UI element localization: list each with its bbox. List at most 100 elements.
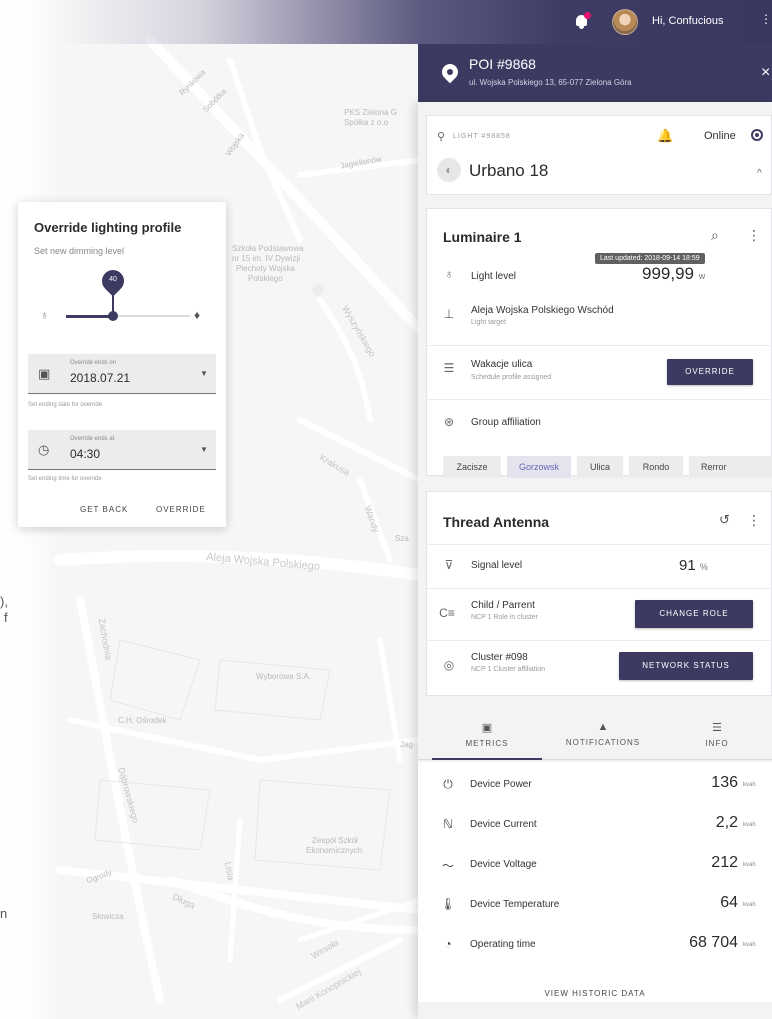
group-chip[interactable]: Zacisze bbox=[443, 456, 501, 478]
group-chip[interactable]: Rondo bbox=[629, 456, 683, 478]
tab-label: NOTIFICATIONS bbox=[565, 738, 641, 747]
tab-info[interactable]: ☰ INFO bbox=[662, 709, 772, 761]
field-label: Override ends at bbox=[70, 436, 115, 442]
location-pin-icon bbox=[438, 60, 462, 84]
metric-row: 〜 Device Voltage 212 kvah bbox=[418, 846, 772, 886]
history-icon[interactable]: ↺ bbox=[719, 512, 730, 528]
metric-label: Device Voltage bbox=[470, 859, 537, 870]
group-chip[interactable]: Ulica bbox=[577, 456, 623, 478]
group-chip[interactable]: Rerror bbox=[689, 456, 772, 478]
override-time-field[interactable]: ◷ Override ends at 04:30 ▼ bbox=[28, 430, 216, 470]
poi-title: POI #9868 bbox=[469, 56, 536, 72]
chevron-up-icon[interactable]: ^ bbox=[757, 168, 762, 179]
metric-label: Device Current bbox=[470, 819, 537, 830]
clock-icon: ◷ bbox=[38, 442, 50, 457]
metric-label: Operating time bbox=[470, 939, 536, 950]
map-label: Szkoła Podstawowa bbox=[232, 244, 304, 253]
network-status-button[interactable]: NETWORK STATUS bbox=[619, 652, 753, 680]
metric-value: 136 bbox=[711, 774, 738, 791]
cluster-sub: NCP 1 Cluster affiliation bbox=[471, 666, 546, 673]
map-label: Słowicza bbox=[92, 912, 124, 921]
signal-level-label: Signal level bbox=[471, 560, 523, 571]
metric-unit: kvah bbox=[743, 862, 756, 868]
schedule-sub: Schedule profile assigned bbox=[471, 374, 552, 381]
bulb-icon: ♁ bbox=[444, 267, 454, 281]
notification-bell-icon[interactable] bbox=[573, 12, 591, 31]
divider bbox=[427, 345, 772, 346]
map-label: Ekonomicznych bbox=[306, 846, 363, 855]
pin-icon: ⚲ bbox=[437, 131, 446, 143]
child-parent-sub: NCP 1 Role in cluster bbox=[471, 614, 538, 621]
more-vert-icon[interactable]: ⋮ bbox=[760, 12, 772, 26]
change-role-button[interactable]: CHANGE ROLE bbox=[635, 600, 753, 628]
bulb-search-icon[interactable]: ⌕ bbox=[711, 227, 719, 244]
voltage-icon: 〜 bbox=[441, 859, 454, 873]
user-greeting[interactable]: Hi, Confucious bbox=[652, 15, 724, 27]
poi-detail-panel: ⚲ LIGHT #98858 🔔 Online ◐ Urbano 18 ^ Lu… bbox=[418, 102, 772, 1019]
metric-row: ℕ Device Current 2,2 kvah bbox=[418, 806, 772, 846]
light-target-sub: Light target bbox=[471, 319, 507, 326]
thread-antenna-card: Thread Antenna ↺ ⋮ ⊽ Signal level 91 % C… bbox=[426, 491, 772, 696]
avatar[interactable] bbox=[612, 9, 638, 35]
dimming-slider-fill bbox=[66, 315, 112, 318]
signal-level-number: 91 bbox=[679, 557, 696, 574]
close-icon[interactable]: × bbox=[761, 64, 770, 82]
divider bbox=[427, 544, 772, 545]
override-confirm-button[interactable]: OVERRIDE bbox=[156, 505, 206, 514]
get-back-button[interactable]: GET BACK bbox=[80, 505, 128, 514]
lamp-icon: ◐ bbox=[437, 158, 461, 182]
metric-unit: kvah bbox=[743, 902, 756, 908]
divider bbox=[427, 399, 772, 400]
cluster-icon: ◎ bbox=[443, 658, 455, 672]
child-parent-name: Child / Parrent bbox=[471, 600, 535, 611]
poi-header: POI #9868 ul. Wojska Polskiego 13, 65-07… bbox=[418, 44, 772, 102]
top-bar: Hi, Confucious ⋮ bbox=[0, 0, 772, 44]
metric-value: 212 bbox=[711, 854, 738, 871]
override-button[interactable]: OVERRIDE bbox=[667, 359, 753, 385]
tab-label: METRICS bbox=[465, 739, 509, 748]
metric-value: 2,2 bbox=[715, 814, 738, 831]
more-vert-icon[interactable]: ⋮ bbox=[747, 512, 761, 529]
notification-badge bbox=[584, 12, 591, 19]
bulb-off-icon: ♁ bbox=[40, 308, 49, 322]
field-value: 04:30 bbox=[70, 447, 101, 461]
dropdown-caret-icon: ▼ bbox=[200, 445, 208, 454]
alert-bell-icon[interactable]: 🔔 bbox=[657, 128, 673, 144]
last-updated-tooltip: Last updated: 2018-09-14 18:59 bbox=[595, 253, 705, 264]
poi-address: ul. Wojska Polskiego 13, 65-077 Zielona … bbox=[469, 78, 632, 87]
more-vert-icon[interactable]: ⋮ bbox=[747, 227, 761, 244]
slider-value: 40 bbox=[109, 276, 117, 283]
metric-row: 🌡 Device Temperature 64 kvah bbox=[418, 886, 772, 926]
current-icon: ℕ bbox=[443, 817, 453, 831]
map-label: nr 15 im. IV Dywizji bbox=[232, 254, 301, 263]
signal-level-unit: % bbox=[699, 562, 708, 572]
group-affiliation-label: Group affiliation bbox=[471, 417, 541, 428]
metrics-icon: ▣ bbox=[481, 722, 493, 734]
override-lighting-dialog: Override lighting profile Set new dimmin… bbox=[18, 202, 226, 527]
light-level-label: Light level bbox=[471, 271, 517, 282]
field-help: Set ending date for override bbox=[28, 402, 103, 408]
dimming-slider-thumb[interactable] bbox=[108, 311, 118, 321]
calendar-icon: ▣ bbox=[38, 366, 51, 381]
cluster-name: Cluster #098 bbox=[471, 652, 528, 663]
metric-row: ◔ Operating time 68 704 kvah bbox=[418, 926, 772, 966]
power-icon: ⏻ bbox=[443, 777, 453, 791]
light-level-unit: w bbox=[698, 271, 706, 281]
dialog-subtitle: Set new dimming level bbox=[34, 246, 125, 256]
tab-notifications[interactable]: ▲ NOTIFICATIONS bbox=[548, 709, 658, 761]
light-id: LIGHT #98858 bbox=[453, 133, 511, 140]
map-label: C.H. Ośrodek bbox=[118, 716, 167, 725]
bulb-on-icon: ♦ bbox=[194, 308, 201, 322]
map-label: Piechoty Wojska bbox=[236, 264, 295, 273]
luminaire-title: Luminaire 1 bbox=[443, 229, 522, 245]
tab-metrics[interactable]: ▣ METRICS bbox=[432, 709, 542, 761]
dialog-title: Override lighting profile bbox=[34, 220, 182, 235]
active-tab-indicator bbox=[432, 758, 542, 760]
metric-value: 68 704 bbox=[689, 934, 738, 951]
override-date-field[interactable]: ▣ Override ends on 2018.07.21 ▼ bbox=[28, 354, 216, 394]
field-label: Override ends on bbox=[70, 360, 117, 366]
group-chip[interactable]: Gorzowsk bbox=[507, 456, 571, 478]
metric-row: ⏻ Device Power 136 kvah bbox=[418, 766, 772, 806]
view-historic-data-button[interactable]: VIEW HISTORIC DATA bbox=[418, 989, 772, 998]
light-card[interactable]: ⚲ LIGHT #98858 🔔 Online ◐ Urbano 18 ^ bbox=[426, 115, 772, 195]
